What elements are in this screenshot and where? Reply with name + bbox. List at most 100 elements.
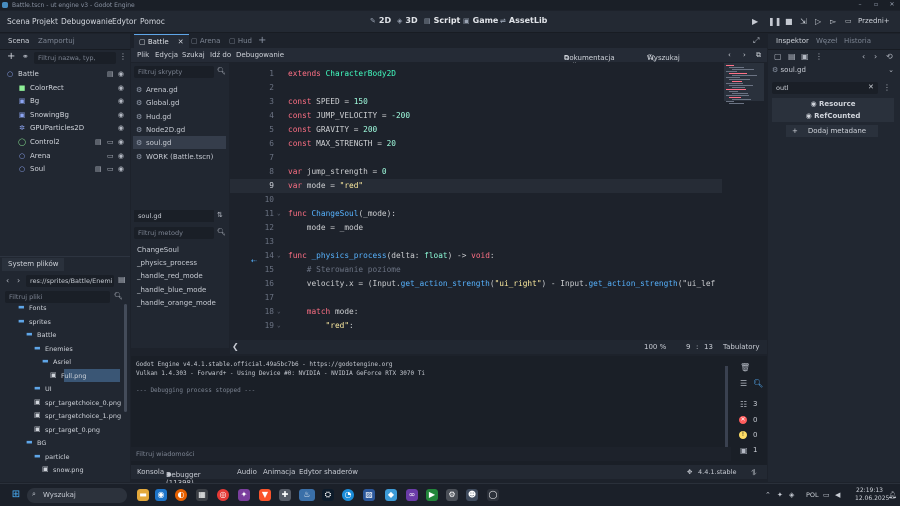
code-line[interactable]: 11 ⌄ func ChangeSoul(_mode): bbox=[230, 207, 722, 221]
tray-app-icon[interactable]: ✦ bbox=[777, 491, 783, 499]
distraction-free-icon[interactable]: ⤢ bbox=[753, 36, 759, 46]
tab-battle[interactable]: ▢ Battle ✕ bbox=[134, 34, 189, 48]
visibility-eye-icon[interactable]: ◉ bbox=[118, 138, 124, 146]
inspected-object[interactable]: ⚙︎ soul.gd ⌄ bbox=[772, 66, 894, 78]
scene-tree-item[interactable]: ○ Soul ▤ ▭ ◉ bbox=[0, 163, 130, 176]
history-icon[interactable]: ⟲ bbox=[886, 52, 893, 61]
code-line[interactable]: 7 bbox=[230, 151, 722, 165]
method-item[interactable]: _handle_orange_mode bbox=[137, 299, 216, 307]
sort-icon[interactable]: ⇅ bbox=[217, 211, 223, 219]
filesystem-item[interactable]: ▬ sprites bbox=[0, 315, 128, 328]
filesystem-item[interactable]: ▬ UI bbox=[0, 382, 128, 395]
visibility-eye-icon[interactable]: ◉ bbox=[118, 84, 124, 92]
collapse-panel-icon[interactable]: ⥮ bbox=[751, 468, 757, 478]
code-line[interactable]: 19 ⌄ "red": bbox=[230, 319, 722, 333]
menu-help[interactable]: Pomoc bbox=[140, 17, 165, 26]
visibility-eye-icon[interactable]: ◉ bbox=[118, 124, 124, 132]
photos-icon[interactable]: ▨ bbox=[363, 489, 375, 501]
close-window-icon[interactable]: ✕ bbox=[884, 0, 900, 10]
code-line[interactable]: 13 bbox=[230, 235, 722, 249]
app-icon[interactable]: ⚙ bbox=[446, 489, 458, 501]
editor-msg-icon[interactable]: ▣ bbox=[740, 446, 748, 455]
save-resource-icon[interactable]: ▣ bbox=[801, 52, 809, 61]
script-menu-file[interactable]: Plik bbox=[137, 51, 149, 59]
outlook-icon[interactable]: ◉ bbox=[155, 489, 167, 501]
scene-tree-item[interactable]: ◯ Control2 ▤ ▭ ◉ bbox=[0, 136, 130, 149]
float-window-icon[interactable]: ⧉ bbox=[756, 51, 761, 60]
zoom-level[interactable]: 100 % bbox=[644, 343, 666, 351]
menu-project[interactable]: Projekt bbox=[32, 17, 58, 26]
store-icon[interactable]: ▦ bbox=[196, 489, 208, 501]
link-icon[interactable]: ⚭ bbox=[22, 52, 29, 61]
script-menu-goto[interactable]: Idź do bbox=[210, 51, 231, 59]
tab-history[interactable]: Historia bbox=[838, 35, 877, 48]
godot-taskbar-icon[interactable]: ☻ bbox=[466, 489, 478, 501]
scene-tree-item[interactable]: ▣ Bg ◉ bbox=[0, 95, 130, 108]
output-filter-input[interactable]: Filtruj wiadomości bbox=[131, 447, 731, 461]
windows-start-icon[interactable]: ⊞ bbox=[10, 489, 22, 501]
forward-icon[interactable]: › bbox=[17, 276, 20, 285]
add-scene-tab-icon[interactable]: + bbox=[258, 35, 266, 46]
run-current-scene-icon[interactable]: ▷ bbox=[815, 17, 821, 26]
extra-options-icon[interactable]: ⋮ bbox=[815, 52, 823, 61]
code-line[interactable]: 1 extends CharacterBody2D bbox=[230, 67, 722, 81]
indent-mode[interactable]: Tabulatory bbox=[723, 343, 760, 351]
filesystem-item[interactable]: ▬ BG bbox=[0, 436, 128, 449]
tab-hud[interactable]: ▢ Hud bbox=[224, 34, 257, 48]
method-filter-input[interactable]: Filtruj metody bbox=[134, 227, 214, 239]
info-filter-icon[interactable]: ☷ bbox=[740, 400, 747, 409]
scene-tree-item[interactable]: ✲ GPUParticles2D ◉ bbox=[0, 122, 130, 135]
scene-tree-item[interactable]: ○ Arena ▭ ◉ bbox=[0, 150, 130, 163]
maximize-icon[interactable]: ▫ bbox=[868, 0, 884, 10]
stop-icon[interactable]: ■ bbox=[785, 17, 793, 26]
edge-icon[interactable]: ◔ bbox=[342, 489, 354, 501]
app-icon[interactable]: ✚ bbox=[279, 489, 291, 501]
file-explorer-icon[interactable]: ▬ bbox=[137, 489, 149, 501]
clock[interactable]: 22:19:13 12.06.2025 bbox=[855, 487, 889, 503]
toggle-scripts-panel-icon[interactable]: ❮ bbox=[232, 342, 239, 351]
output-search-icon[interactable]: 🔍︎ bbox=[753, 379, 763, 388]
script-list-item[interactable]: ⚙︎ Node2D.gd bbox=[133, 123, 226, 136]
refcounted-section[interactable]: ◉ RefCounted bbox=[772, 110, 894, 122]
menu-editor[interactable]: Edytor bbox=[112, 17, 137, 26]
run-custom-scene-icon[interactable]: ▻ bbox=[830, 17, 836, 26]
workspace-game-button[interactable]: ▣ Game bbox=[463, 16, 498, 25]
pause-icon[interactable]: ❚❚ bbox=[768, 17, 781, 26]
load-resource-icon[interactable]: ▤ bbox=[788, 52, 796, 61]
clear-output-icon[interactable]: 🗑︎ bbox=[740, 363, 750, 372]
workspace-2d-button[interactable]: ✎ 2D bbox=[370, 16, 391, 25]
filesystem-item[interactable]: ▬ Asriel bbox=[0, 355, 128, 368]
tab-scene[interactable]: Scena bbox=[2, 35, 35, 48]
method-item[interactable]: _handle_blue_mode bbox=[137, 286, 206, 294]
menu-debug[interactable]: Debugowanie bbox=[61, 17, 112, 26]
code-line[interactable]: 14 ⌄ func _physics_process(delta: float) -… bbox=[230, 249, 722, 263]
code-line[interactable]: 3 const SPEED = 150 bbox=[230, 95, 722, 109]
filesystem-item[interactable]: ▣ snow.png bbox=[0, 463, 128, 476]
version-label[interactable]: 4.4.1.stable bbox=[698, 468, 736, 476]
tab-arena[interactable]: ▢ Arena bbox=[186, 34, 225, 48]
code-line[interactable]: 18 ⌄ match mode: bbox=[230, 305, 722, 319]
close-tab-icon[interactable]: ✕ bbox=[178, 38, 184, 46]
code-minimap[interactable] bbox=[724, 63, 767, 163]
code-line[interactable]: 8 var jump_strength = 0 bbox=[230, 165, 722, 179]
code-line[interactable]: 4 const JUMP_VELOCITY = -200 bbox=[230, 109, 722, 123]
script-menu-edit[interactable]: Edycja bbox=[155, 51, 178, 59]
script-list-item[interactable]: ⚙︎ Global.gd bbox=[133, 96, 226, 109]
workspace-assetlib-button[interactable]: ⇌ AssetLib bbox=[500, 16, 547, 25]
back-icon[interactable]: ‹ bbox=[6, 276, 9, 285]
tab-filesystem[interactable]: System plików bbox=[2, 258, 65, 271]
script-list-item[interactable]: ⚙︎ WORK (Battle.tscn) bbox=[133, 150, 226, 163]
visibility-eye-icon[interactable]: ◉ bbox=[118, 152, 124, 160]
clear-search-icon[interactable]: ✕ bbox=[868, 83, 874, 91]
code-line[interactable]: 16 velocity.x = (Input.get_action_streng… bbox=[230, 277, 722, 291]
visibility-eye-icon[interactable]: ◉ bbox=[118, 165, 124, 173]
filesystem-item[interactable]: ▬ particle bbox=[0, 450, 128, 463]
group-icon[interactable]: ▭ bbox=[107, 165, 114, 173]
movie-icon[interactable]: ▭ bbox=[845, 17, 852, 25]
network-icon[interactable]: ▭ bbox=[823, 491, 830, 499]
code-line[interactable]: 12 mode = _mode bbox=[230, 221, 722, 235]
filesystem-item[interactable]: ▬ Battle bbox=[0, 328, 128, 341]
inspector-forward-icon[interactable]: › bbox=[874, 52, 877, 61]
fold-arrow-icon[interactable]: ⌄ bbox=[277, 207, 281, 221]
steam-app-icon[interactable]: ⛭ bbox=[322, 489, 334, 501]
